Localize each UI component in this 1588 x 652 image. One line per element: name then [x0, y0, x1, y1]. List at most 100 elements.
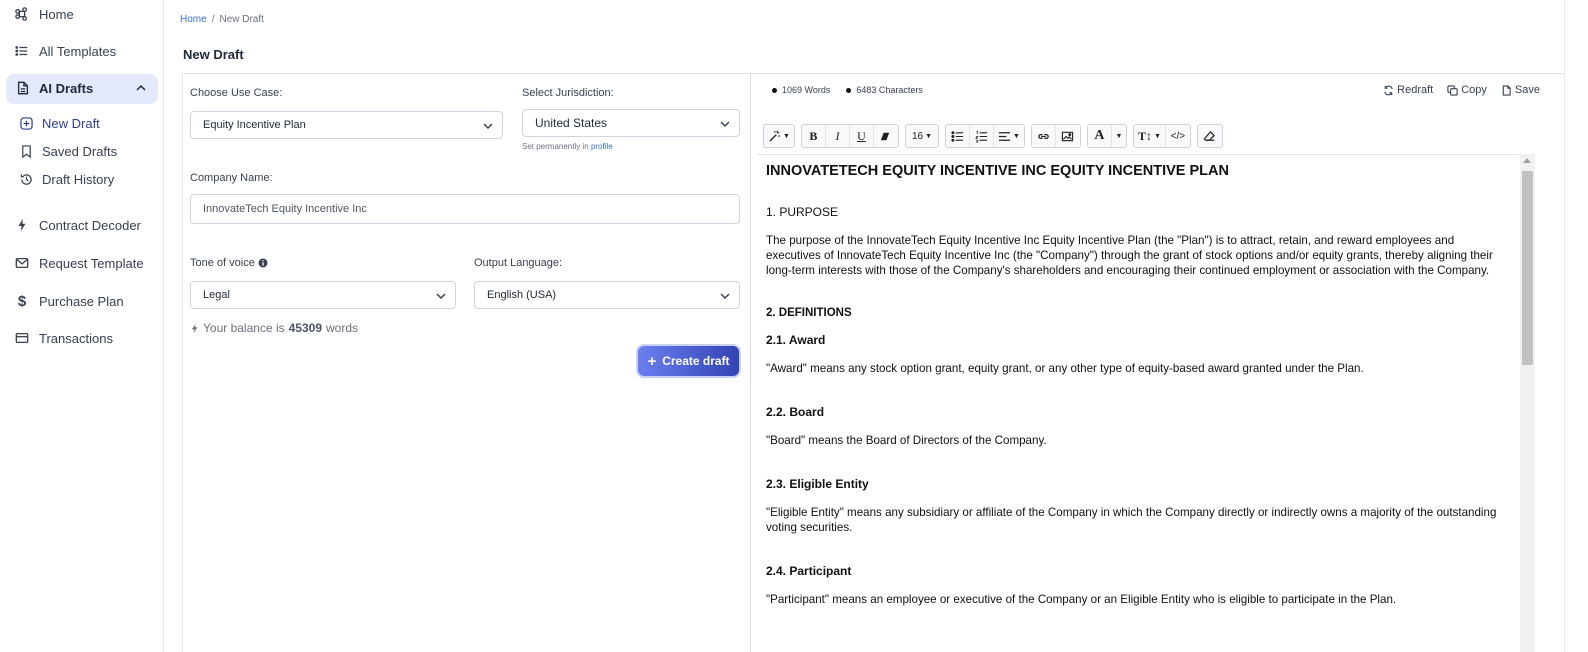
sidebar-subitem-saved-drafts[interactable]: Saved Drafts [20, 144, 117, 159]
image-icon [1062, 131, 1074, 141]
sidebar-item-label: All Templates [39, 43, 117, 59]
definition-paragraph: "Board" means the Board of Directors of … [766, 434, 1047, 447]
numbered-list-button[interactable] [970, 125, 994, 147]
italic-button[interactable]: I [826, 125, 850, 147]
info-icon[interactable] [258, 258, 268, 268]
underline-button[interactable]: U [850, 125, 874, 147]
jurisdiction-select[interactable]: United States [522, 109, 740, 137]
file-icon [1502, 84, 1511, 96]
sidebar-item-home[interactable]: Home [14, 6, 74, 22]
underline-icon: U [857, 128, 866, 143]
document-stats: 1069 Words 6483 Characters [772, 85, 923, 95]
breadcrumb-current: New Draft [219, 14, 264, 25]
profile-link[interactable]: profile [591, 142, 613, 151]
clear-button[interactable] [1198, 125, 1222, 147]
balance-suffix: words [326, 321, 359, 335]
save-button[interactable]: Save [1501, 84, 1540, 96]
document-scrollbar[interactable] [1520, 154, 1535, 652]
list-icon [14, 43, 30, 59]
jurisdiction-value: United States [535, 116, 608, 130]
sidebar-item-request-template[interactable]: Request Template [14, 255, 144, 271]
definition-heading: 2.3. Eligible Entity [766, 477, 869, 491]
sidebar-subitem-new-draft[interactable]: New Draft [20, 116, 100, 131]
company-name-value: InnovateTech Equity Incentive Inc [203, 203, 367, 215]
toolbar-group-format: B I U [800, 124, 899, 148]
sidebar-item-all-templates[interactable]: All Templates [14, 43, 116, 59]
document-content[interactable]: INNOVATETECH EQUITY INCENTIVE INC EQUITY… [758, 154, 1519, 652]
sidebar-subitem-draft-history[interactable]: Draft History [20, 172, 114, 187]
bullet-list-icon [951, 130, 964, 142]
tone-label-wrap: Tone of voice [190, 257, 268, 269]
code-view-button[interactable]: </> [1166, 125, 1190, 147]
definition-paragraph: "Award" means any stock option grant, eq… [766, 362, 1364, 375]
character-count-text: 6483 Characters [856, 85, 923, 95]
company-name-label: Company Name: [190, 172, 273, 184]
definition-paragraph: "Eligible Entity" means any subsidiary o… [766, 506, 1497, 534]
output-language-select[interactable]: English (USA) [474, 281, 740, 309]
balance-value: 45309 [288, 321, 322, 335]
company-name-input[interactable]: InnovateTech Equity Incentive Inc [190, 194, 740, 224]
bullet-list-button[interactable] [946, 125, 970, 147]
copy-label: Copy [1461, 84, 1487, 96]
tone-select[interactable]: Legal [190, 281, 456, 309]
text-style-button[interactable]: T↕ ▼ [1134, 125, 1166, 147]
sidebar-item-transactions[interactable]: Transactions [14, 330, 113, 346]
sidebar-subitem-label: Draft History [42, 172, 115, 187]
bullet-icon [772, 87, 777, 93]
document-title: INNOVATETECH EQUITY INCENTIVE INC EQUITY… [766, 163, 1229, 179]
word-balance: Your balance is 45309 words [191, 321, 358, 335]
bolt-icon [14, 217, 30, 233]
clear-format-button[interactable] [874, 125, 898, 147]
save-label: Save [1514, 84, 1540, 96]
refresh-icon [1384, 85, 1393, 95]
image-button[interactable] [1056, 125, 1080, 147]
section-paragraph: The purpose of the InnovateTech Equity I… [766, 234, 1493, 277]
page-title: New Draft [183, 47, 244, 62]
use-case-value: Equity Incentive Plan [203, 119, 306, 131]
definition-heading: 2.4. Participant [766, 564, 852, 578]
italic-icon: I [835, 128, 840, 143]
scroll-up-icon[interactable] [1523, 158, 1531, 163]
plus-square-icon [20, 116, 34, 131]
caret-down-icon: ▼ [1013, 132, 1020, 140]
breadcrumb-home-link[interactable]: Home [180, 14, 207, 25]
chevron-down-icon [719, 118, 731, 130]
link-button[interactable] [1032, 125, 1056, 147]
scrollbar-thumb[interactable] [1522, 171, 1533, 365]
text-height-icon: T↕ [1137, 128, 1152, 143]
chevron-up-icon[interactable] [134, 81, 148, 95]
card-icon [14, 330, 30, 346]
font-color-dropdown[interactable]: ▼ [1112, 125, 1126, 147]
caret-down-icon: ▼ [925, 132, 932, 140]
breadcrumb: Home / New Draft [180, 14, 264, 25]
plus-icon: + [647, 352, 657, 370]
document-icon [16, 81, 32, 97]
sidebar-item-contract-decoder[interactable]: Contract Decoder [14, 217, 141, 233]
font-size-select[interactable]: 16 ▼ [906, 125, 938, 147]
definition-heading: 2.1. Award [766, 333, 826, 347]
caret-down-icon: ▼ [783, 132, 790, 140]
balance-prefix: Your balance is [203, 321, 285, 335]
editor-actions: Redraft Copy Save [1383, 84, 1540, 96]
bold-button[interactable]: B [802, 125, 826, 147]
chevron-down-icon [482, 120, 494, 132]
definition-heading: 2.2. Board [766, 405, 825, 419]
sidebar-subitem-label: Saved Drafts [42, 144, 118, 159]
jurisdiction-hint-text: Set permanently in [522, 142, 589, 151]
section-heading: 2. DEFINITIONS [766, 307, 852, 319]
toolbar-group-insert [1030, 124, 1081, 148]
use-case-select[interactable]: Equity Incentive Plan [190, 111, 503, 139]
sidebar-item-purchase-plan[interactable]: $ Purchase Plan [14, 293, 124, 310]
sidebar-item-ai-drafts[interactable]: AI Drafts [6, 74, 158, 104]
output-language-value: English (USA) [487, 289, 557, 301]
caret-down-icon: ▼ [1153, 132, 1161, 140]
font-color-button[interactable]: A [1088, 125, 1112, 147]
tone-value: Legal [203, 289, 230, 301]
align-button[interactable]: ▼ [994, 125, 1024, 147]
create-draft-button[interactable]: + Create draft [638, 346, 739, 376]
magic-wand-button[interactable]: ▼ [764, 125, 794, 147]
redraft-button[interactable]: Redraft [1383, 84, 1433, 96]
copy-button[interactable]: Copy [1447, 84, 1487, 96]
align-left-icon [998, 131, 1011, 141]
sidebar-item-label: AI Drafts [39, 81, 94, 96]
